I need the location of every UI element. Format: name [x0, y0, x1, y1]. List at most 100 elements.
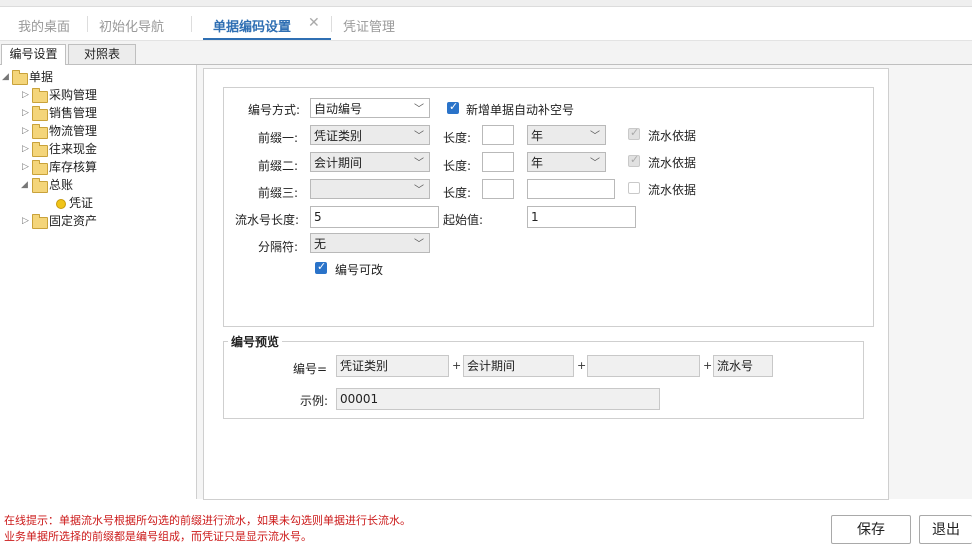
tree-item-label: 往来现金 [49, 142, 98, 156]
subtab-number-settings[interactable]: 编号设置 [1, 44, 66, 65]
unit2-value: 年 [531, 156, 544, 170]
chevron-down-icon: ﹀ [414, 185, 424, 196]
collapsed-arrow-icon[interactable]: ▷ [22, 213, 29, 230]
preview-part3 [587, 355, 700, 377]
separator-label: 分隔符: [258, 240, 299, 254]
unit3-input[interactable] [527, 179, 615, 199]
exit-button[interactable]: 退出 [919, 515, 972, 544]
folder-icon [32, 214, 48, 229]
folder-open-icon [12, 70, 28, 85]
tab-separator [331, 16, 332, 32]
serial-basis2-label: 流水依据 [648, 156, 697, 170]
collapsed-arrow-icon[interactable]: ▷ [22, 159, 29, 176]
collapsed-arrow-icon[interactable]: ▷ [22, 141, 29, 158]
plus-sign: + [452, 359, 462, 372]
prefix1-label: 前缀一: [258, 131, 299, 145]
serial-basis2-checkbox[interactable] [628, 153, 640, 167]
folder-icon [32, 106, 48, 121]
folder-icon [32, 88, 48, 103]
hint-line-2: 业务单据所选择的前缀都是编号组成，而凭证只是显示流水号。 [4, 530, 312, 543]
tree-item-label: 总账 [49, 178, 74, 192]
chevron-down-icon: ﹀ [414, 104, 424, 115]
example-value: 00001 [336, 388, 660, 410]
unit1-select[interactable]: 年 ﹀ [527, 125, 606, 145]
subtab-mapping-table[interactable]: 对照表 [68, 44, 136, 64]
tree-item-label: 凭证 [69, 196, 94, 210]
length3-input[interactable] [482, 179, 514, 199]
prefix3-select[interactable]: ﹀ [310, 179, 430, 199]
serial-length-input[interactable]: 5 [310, 206, 439, 228]
editable-checkbox[interactable] [315, 260, 327, 274]
numbering-method-select[interactable]: 自动编号 ﹀ [310, 98, 430, 118]
prefix1-value: 凭证类别 [314, 129, 363, 143]
prefix2-label: 前缀二: [258, 159, 299, 173]
auto-fill-checkbox[interactable] [447, 100, 459, 114]
expanded-arrow-icon[interactable]: ◢ [2, 69, 9, 86]
tab-voucher-mgmt[interactable]: 凭证管理 [343, 16, 395, 35]
tree-item-label: 固定资产 [49, 214, 98, 228]
tree-item-label: 销售管理 [49, 106, 98, 120]
preview-part1: 凭证类别 [336, 355, 449, 377]
hint-line-1: 在线提示：单据流水号根据所勾选的前缀进行流水，如果未勾选则单据进行长流水。 [4, 514, 411, 527]
tree-item-label: 物流管理 [49, 124, 98, 138]
tab-init-guide[interactable]: 初始化导航 [99, 16, 164, 35]
auto-fill-label: 新增单据自动补空号 [466, 103, 575, 117]
numbering-method-value: 自动编号 [314, 102, 363, 116]
window-top-strip [0, 0, 972, 7]
tab-separator [191, 16, 192, 32]
prefix3-label: 前缀三: [258, 186, 299, 200]
close-icon[interactable]: ✕ [308, 15, 320, 31]
folder-open-icon [32, 178, 48, 193]
tree-root-label: 单据 [29, 70, 54, 84]
main-tab-bar: 我的桌面 初始化导航 单据编码设置 ✕ 凭证管理 [0, 7, 972, 41]
length1-label: 长度: [443, 131, 472, 145]
prefix1-select[interactable]: 凭证类别 ﹀ [310, 125, 430, 145]
prefix2-select[interactable]: 会计期间 ﹀ [310, 152, 430, 172]
preview-title: 编号预览 [228, 333, 283, 350]
chevron-down-icon: ﹀ [414, 239, 424, 250]
separator-value: 无 [314, 237, 327, 251]
tree-item-label: 采购管理 [49, 88, 98, 102]
separator-select[interactable]: 无 ﹀ [310, 233, 430, 253]
length3-label: 长度: [443, 186, 472, 200]
example-label: 示例: [300, 394, 329, 408]
editable-label: 编号可改 [335, 263, 384, 277]
folder-icon [32, 124, 48, 139]
leaf-node-icon [56, 199, 66, 209]
serial-length-label: 流水号长度: [235, 213, 300, 227]
prefix2-value: 会计期间 [314, 156, 363, 170]
length1-input[interactable] [482, 125, 514, 145]
unit2-select[interactable]: 年 ﹀ [527, 152, 606, 172]
preview-number-label: 编号= [293, 362, 328, 376]
folder-icon [32, 160, 48, 175]
chevron-down-icon: ﹀ [590, 131, 600, 142]
tab-my-desktop[interactable]: 我的桌面 [18, 16, 70, 35]
tree-item-label: 库存核算 [49, 160, 98, 174]
preview-part2: 会计期间 [463, 355, 574, 377]
plus-sign: + [577, 359, 587, 372]
plus-sign: + [703, 359, 713, 372]
start-value-label: 起始值: [443, 213, 484, 227]
serial-basis1-checkbox[interactable] [628, 126, 640, 140]
unit1-value: 年 [531, 129, 544, 143]
collapsed-arrow-icon[interactable]: ▷ [22, 87, 29, 104]
chevron-down-icon: ﹀ [414, 158, 424, 169]
start-value-input[interactable]: 1 [527, 206, 636, 228]
sub-tab-bar: 编号设置 对照表 [0, 41, 972, 65]
tab-doc-numbering[interactable]: 单据编码设置 [213, 16, 291, 35]
expanded-arrow-icon[interactable]: ◢ [21, 177, 28, 194]
document-tree: ◢ 单据 ▷ 采购管理 ▷ 销售管理 ▷ 物流管理 ▷ 往来现金 ▷ 库存核算 … [0, 65, 197, 499]
collapsed-arrow-icon[interactable]: ▷ [22, 123, 29, 140]
folder-icon [32, 142, 48, 157]
save-button[interactable]: 保存 [831, 515, 911, 544]
tab-separator [87, 16, 88, 32]
length2-input[interactable] [482, 152, 514, 172]
active-tab-indicator [203, 38, 331, 40]
serial-basis3-label: 流水依据 [648, 183, 697, 197]
chevron-down-icon: ﹀ [590, 158, 600, 169]
preview-part4: 流水号 [713, 355, 773, 377]
collapsed-arrow-icon[interactable]: ▷ [22, 105, 29, 122]
chevron-down-icon: ﹀ [414, 131, 424, 142]
serial-basis1-label: 流水依据 [648, 129, 697, 143]
serial-basis3-checkbox[interactable] [628, 182, 640, 194]
